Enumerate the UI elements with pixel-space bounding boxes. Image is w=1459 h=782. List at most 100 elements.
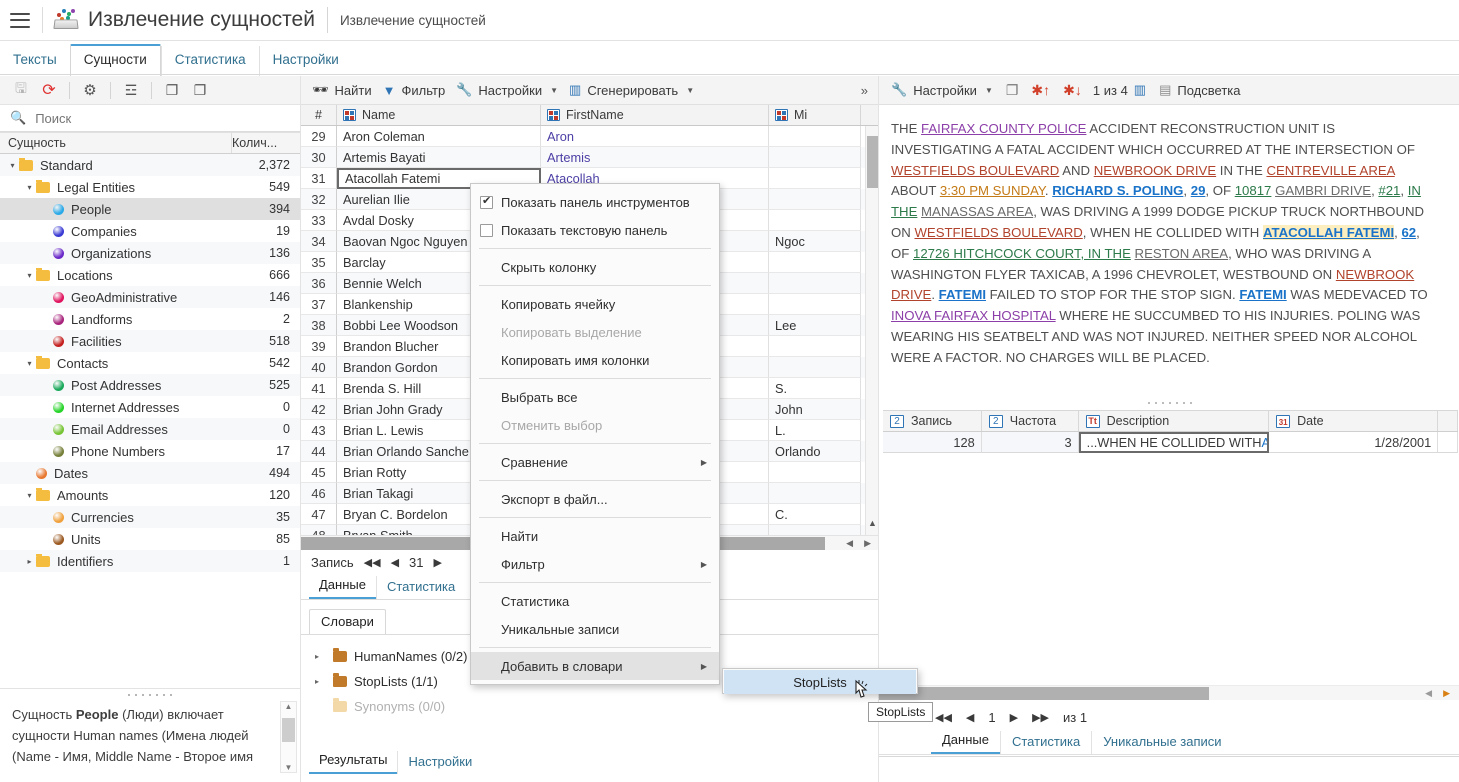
- entity-link[interactable]: MANASSAS AREA: [921, 204, 1033, 219]
- tab-dictionaries[interactable]: Словари: [309, 609, 386, 634]
- entity-link[interactable]: 12726 HITCHCOCK COURT, IN THE: [913, 246, 1131, 261]
- table-row[interactable]: 128 3 ...WHEN HE COLLIDED WITH ATAC 1/28…: [883, 432, 1458, 453]
- tree-item[interactable]: Units 85: [0, 528, 300, 550]
- checkbox-icon[interactable]: [480, 223, 493, 237]
- chevron-down-icon[interactable]: ▼: [686, 86, 694, 95]
- page-last-button[interactable]: ▶▶: [1032, 711, 1049, 724]
- entity-link[interactable]: NEWBROOK DRIVE: [1094, 163, 1216, 178]
- menu-item[interactable]: Найти: [471, 522, 719, 550]
- cell-number[interactable]: 31: [301, 168, 337, 189]
- entity-link[interactable]: RESTON AREA: [1135, 246, 1229, 261]
- chevron-right-icon[interactable]: ▸: [315, 677, 329, 686]
- chevron-down-icon[interactable]: ▼: [985, 86, 993, 95]
- cell-number[interactable]: 39: [301, 336, 337, 357]
- cell-middlename[interactable]: [769, 357, 861, 378]
- tree-item[interactable]: ▾ Amounts 120: [0, 484, 300, 506]
- toolbar-overflow-button[interactable]: »: [861, 83, 878, 98]
- grid-col-name[interactable]: Name: [337, 105, 541, 125]
- tree-item[interactable]: People 394: [0, 198, 300, 220]
- cell-middlename[interactable]: L.: [769, 420, 861, 441]
- cell-name[interactable]: Artemis Bayati: [337, 147, 541, 168]
- find-button[interactable]: 🕶 Найти: [310, 76, 381, 104]
- cell-middlename[interactable]: [769, 126, 861, 147]
- cell-middlename[interactable]: [769, 273, 861, 294]
- col-date[interactable]: 31 Date: [1269, 411, 1439, 431]
- bottab-results[interactable]: Результаты: [309, 749, 398, 774]
- tree-item[interactable]: ▾ Locations 666: [0, 264, 300, 286]
- menu-item[interactable]: Добавить в словари ▶: [471, 652, 719, 680]
- tree-item[interactable]: Post Addresses 525: [0, 374, 300, 396]
- entity-tree[interactable]: ▾ Standard 2,372 ▾ Legal Entities 549 People 39…: [0, 154, 300, 614]
- list-icon[interactable]: ☲: [118, 79, 144, 101]
- record-first-button[interactable]: ◀◀: [364, 556, 381, 569]
- col-record[interactable]: 2 Запись: [883, 411, 982, 431]
- entity-link[interactable]: GAMBRI DRIVE: [1275, 183, 1371, 198]
- generate-button[interactable]: ▥ Сгенерировать ▼: [567, 76, 703, 104]
- cell-number[interactable]: 34: [301, 231, 337, 252]
- cell-middlename[interactable]: [769, 147, 861, 168]
- entity-link[interactable]: 62: [1401, 225, 1416, 240]
- scroll-thumb[interactable]: [879, 687, 1209, 700]
- expand-all-icon[interactable]: ❐: [159, 79, 185, 101]
- bottab-settings[interactable]: Настройки: [397, 751, 482, 774]
- chevron-right-icon[interactable]: ▶: [701, 560, 707, 569]
- description-scrollbar[interactable]: ▲ ▼: [280, 701, 297, 773]
- col-extra[interactable]: [1438, 411, 1458, 431]
- cell-number[interactable]: 33: [301, 210, 337, 231]
- tree-item[interactable]: Companies 19: [0, 220, 300, 242]
- entity-link[interactable]: FAIRFAX COUNTY POLICE: [921, 121, 1086, 136]
- tree-item[interactable]: Phone Numbers 17: [0, 440, 300, 462]
- tree-item[interactable]: ▾ Legal Entities 549: [0, 176, 300, 198]
- tree-item[interactable]: Facilities 518: [0, 330, 300, 352]
- page-prev-button[interactable]: ◀: [966, 711, 974, 724]
- record-next-button[interactable]: ▶: [434, 556, 442, 569]
- resize-grip[interactable]: [1147, 402, 1192, 408]
- rbottab-data[interactable]: Данные: [931, 729, 1000, 754]
- col-description[interactable]: Tt Description: [1079, 411, 1270, 431]
- chevron-down-icon[interactable]: ▾: [23, 359, 36, 368]
- menu-item[interactable]: Статистика: [471, 587, 719, 615]
- entity-link[interactable]: CENTREVILLE AREA: [1266, 163, 1394, 178]
- checkbox-checked-icon[interactable]: [480, 194, 493, 209]
- context-submenu[interactable]: StopLists: [722, 668, 918, 694]
- cell-number[interactable]: 35: [301, 252, 337, 273]
- cell-number[interactable]: 40: [301, 357, 337, 378]
- cell-number[interactable]: 30: [301, 147, 337, 168]
- cell-middlename[interactable]: S.: [769, 378, 861, 399]
- collapse-all-icon[interactable]: ❐: [187, 79, 213, 101]
- scroll-left-icon[interactable]: ◀: [1425, 688, 1432, 699]
- col-frequency[interactable]: 2 Частота: [982, 411, 1079, 431]
- cell-firstname[interactable]: Artemis: [541, 147, 769, 168]
- subtab-statistics[interactable]: Статистика: [375, 576, 465, 599]
- tree-item[interactable]: ▸ Identifiers 1: [0, 550, 300, 572]
- cell-middlename[interactable]: Lee: [769, 315, 861, 336]
- tree-item[interactable]: Dates 494: [0, 462, 300, 484]
- grid-col-number[interactable]: #: [301, 105, 337, 125]
- chevron-down-icon[interactable]: ▾: [23, 271, 36, 280]
- menu-item[interactable]: Фильтр ▶: [471, 550, 719, 578]
- table-row[interactable]: 29 Aron Coleman Aron: [301, 126, 879, 147]
- cell-middlename[interactable]: [769, 336, 861, 357]
- filter-button[interactable]: ▼ Фильтр: [381, 76, 455, 104]
- doc-chart-button[interactable]: ▥: [1132, 82, 1153, 98]
- submenu-item-stoplists[interactable]: StopLists: [724, 670, 916, 694]
- page-next-button[interactable]: ▶: [1010, 711, 1018, 724]
- scroll-right-icon[interactable]: ▶: [1443, 688, 1450, 699]
- prev-entity-button[interactable]: ✱↑: [1029, 82, 1057, 99]
- cell-middlename[interactable]: [769, 210, 861, 231]
- scroll-right-icon[interactable]: ▶: [864, 538, 871, 549]
- entity-link[interactable]: WESTFIELDS BOULEVARD: [891, 163, 1059, 178]
- cell-middlename[interactable]: [769, 483, 861, 504]
- cell-number[interactable]: 38: [301, 315, 337, 336]
- entity-link[interactable]: 3:30 PM SUNDAY: [940, 183, 1045, 198]
- menu-item[interactable]: Копировать имя колонки: [471, 346, 719, 374]
- cell-number[interactable]: 44: [301, 441, 337, 462]
- cell-middlename[interactable]: Ngoc: [769, 231, 861, 252]
- grid-settings-button[interactable]: 🔧 Настройки ▼: [454, 76, 567, 104]
- chevron-right-icon[interactable]: ▸: [315, 652, 329, 661]
- tree-item[interactable]: Currencies 35: [0, 506, 300, 528]
- cell-name[interactable]: Aron Coleman: [337, 126, 541, 147]
- cell-middlename[interactable]: [769, 168, 861, 189]
- desc-entity-link[interactable]: ATAC: [1262, 435, 1268, 450]
- menu-item[interactable]: Скрыть колонку: [471, 253, 719, 281]
